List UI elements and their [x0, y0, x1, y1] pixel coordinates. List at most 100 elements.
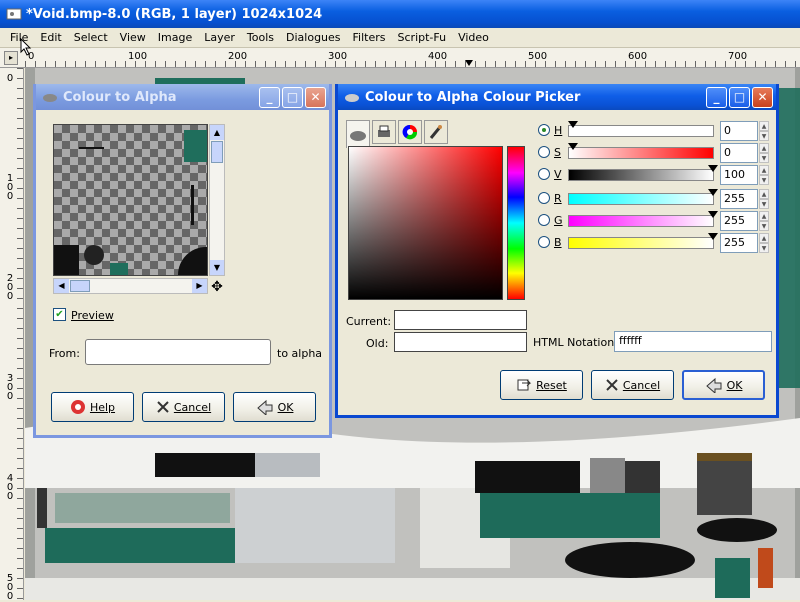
channel-value: 100 [724, 168, 745, 181]
slider-handle[interactable] [568, 121, 578, 128]
app-title-bar[interactable]: *Void.bmp-8.0 (RGB, 1 layer) 1024x1024 [0, 0, 800, 28]
preview-area[interactable] [53, 124, 208, 276]
html-notation-label: HTML Notation: [533, 336, 618, 349]
channel-row-b: B 255 ▲ ▼ [338, 233, 778, 253]
channel-value-input-h[interactable]: 0 [720, 121, 758, 141]
channel-slider-s[interactable] [568, 147, 714, 159]
spin-arrows[interactable]: ▲ ▼ [759, 165, 769, 185]
html-notation-value: ffffff [619, 334, 642, 347]
menu-video[interactable]: Video [452, 31, 495, 44]
close-button[interactable]: ✕ [752, 86, 773, 108]
app-title: *Void.bmp-8.0 (RGB, 1 layer) 1024x1024 [26, 6, 323, 22]
channel-radio-b[interactable] [538, 236, 550, 248]
menu-edit[interactable]: Edit [34, 31, 67, 44]
colour-to-alpha-dialog[interactable]: Colour to Alpha _ □ ✕ ▲ ▼ ◀ ▶ ✥ ✔ Previe… [33, 84, 332, 438]
reset-icon [517, 379, 532, 391]
spin-up-icon[interactable]: ▲ [759, 121, 769, 131]
cancel-button[interactable]: Cancel [142, 392, 225, 422]
ruler-tick: 100 [6, 173, 14, 202]
spin-up-icon[interactable]: ▲ [759, 189, 769, 199]
channel-value-input-s[interactable]: 0 [720, 143, 758, 163]
spin-down-icon[interactable]: ▼ [759, 153, 769, 163]
channel-slider-v[interactable] [568, 169, 714, 181]
channel-label: V [554, 168, 562, 181]
spin-arrows[interactable]: ▲ ▼ [759, 143, 769, 163]
ok-button[interactable]: OK [233, 392, 316, 422]
menu-view[interactable]: View [114, 31, 152, 44]
minimize-button[interactable]: _ [259, 86, 280, 108]
channel-value-input-b[interactable]: 255 [720, 233, 758, 253]
spin-down-icon[interactable]: ▼ [759, 221, 769, 231]
cancel-button[interactable]: Cancel [591, 370, 674, 400]
slider-handle[interactable] [568, 143, 578, 150]
lifebuoy-icon [70, 400, 85, 414]
channel-slider-g[interactable] [568, 215, 714, 227]
channel-value-input-v[interactable]: 100 [720, 165, 758, 185]
colour-picker-title-bar[interactable]: Colour to Alpha Colour Picker _ □ ✕ [338, 84, 776, 110]
spin-arrows[interactable]: ▲ ▼ [759, 121, 769, 141]
spin-up-icon[interactable]: ▲ [759, 233, 769, 243]
channel-slider-r[interactable] [568, 193, 714, 205]
navigate-icon[interactable]: ✥ [209, 279, 225, 295]
spin-arrows[interactable]: ▲ ▼ [759, 233, 769, 253]
close-button[interactable]: ✕ [305, 86, 326, 108]
channel-radio-r[interactable] [538, 192, 550, 204]
vertical-ruler[interactable]: 0 100 200 300 400 500 [0, 68, 24, 602]
menu-select[interactable]: Select [68, 31, 114, 44]
channel-radio-h[interactable] [538, 124, 550, 136]
help-button[interactable]: Help [51, 392, 134, 422]
preview-vscrollbar[interactable]: ▲ ▼ [209, 124, 225, 276]
spin-down-icon[interactable]: ▼ [759, 199, 769, 209]
maximize-button[interactable]: □ [729, 86, 750, 108]
horizontal-ruler[interactable]: ▸ 0 100 200 300 400 500 600 700 [0, 48, 800, 68]
slider-handle[interactable] [708, 211, 718, 218]
channel-radio-s[interactable] [538, 146, 550, 158]
scroll-right-arrow[interactable]: ▶ [192, 279, 207, 293]
slider-handle[interactable] [708, 189, 718, 196]
menu-script-fu[interactable]: Script-Fu [392, 31, 453, 44]
colour-to-alpha-title-bar[interactable]: Colour to Alpha _ □ ✕ [36, 84, 329, 110]
spin-down-icon[interactable]: ▼ [759, 131, 769, 141]
html-notation-input[interactable]: ffffff [614, 331, 772, 352]
to-alpha-label: to alpha [277, 347, 323, 360]
scroll-up-arrow[interactable]: ▲ [210, 125, 224, 140]
spin-up-icon[interactable]: ▲ [759, 165, 769, 175]
channel-radio-g[interactable] [538, 214, 550, 226]
from-label: From: [49, 347, 80, 360]
quick-mask-button[interactable]: ▸ [4, 51, 18, 65]
minimize-button[interactable]: _ [706, 86, 727, 108]
channel-radio-v[interactable] [538, 168, 550, 180]
scroll-down-arrow[interactable]: ▼ [210, 260, 224, 275]
preview-image [54, 130, 207, 275]
slider-handle[interactable] [708, 233, 718, 240]
maximize-button[interactable]: □ [282, 86, 303, 108]
colour-picker-dialog[interactable]: Colour to Alpha Colour Picker _ □ ✕ H 0 ▲ ▼… [335, 84, 779, 418]
spin-down-icon[interactable]: ▼ [759, 243, 769, 253]
ruler-tick: 300 [6, 373, 14, 402]
spin-up-icon[interactable]: ▲ [759, 143, 769, 153]
menu-tools[interactable]: Tools [241, 31, 280, 44]
menu-dialogues[interactable]: Dialogues [280, 31, 347, 44]
preview-hscrollbar[interactable]: ◀ ▶ [53, 278, 208, 294]
channel-value-input-r[interactable]: 255 [720, 189, 758, 209]
spin-up-icon[interactable]: ▲ [759, 211, 769, 221]
spin-arrows[interactable]: ▲ ▼ [759, 211, 769, 231]
spin-down-icon[interactable]: ▼ [759, 175, 769, 185]
from-colour-button[interactable] [85, 339, 271, 365]
scroll-thumb[interactable] [70, 280, 90, 292]
cancel-label: Cancel [622, 378, 661, 392]
slider-handle[interactable] [708, 165, 718, 172]
menu-image[interactable]: Image [152, 31, 198, 44]
scroll-thumb[interactable] [211, 141, 223, 163]
channel-row-h: H 0 ▲ ▼ [338, 121, 778, 141]
scroll-left-arrow[interactable]: ◀ [54, 279, 69, 293]
spin-arrows[interactable]: ▲ ▼ [759, 189, 769, 209]
channel-slider-b[interactable] [568, 237, 714, 249]
menu-layer[interactable]: Layer [198, 31, 241, 44]
channel-value-input-g[interactable]: 255 [720, 211, 758, 231]
preview-checkbox[interactable]: ✔ [53, 308, 66, 321]
reset-button[interactable]: Reset [500, 370, 583, 400]
menu-filters[interactable]: Filters [347, 31, 392, 44]
ok-button[interactable]: OK [682, 370, 765, 400]
channel-slider-h[interactable] [568, 125, 714, 137]
